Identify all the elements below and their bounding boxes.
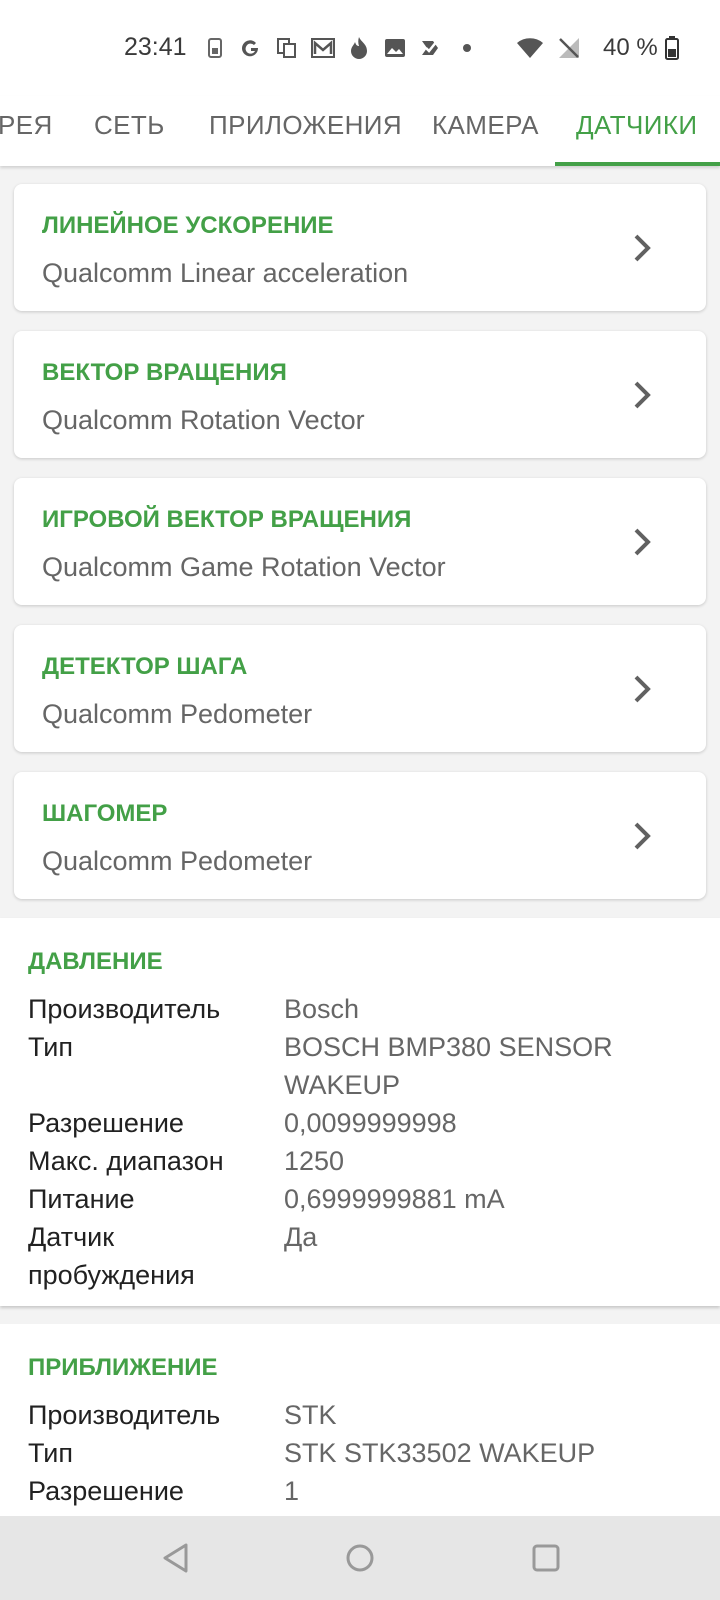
row-value: Bosch (284, 994, 360, 1024)
no-signal-icon (557, 36, 581, 60)
section-title: ПРИБЛИЖЕНИЕ (28, 1354, 218, 1381)
card-subtitle: Qualcomm Pedometer (42, 846, 313, 876)
pressure-section: ДАВЛЕНИЕ Производитель Bosch Тип BOSCH B… (0, 918, 720, 1306)
gmail-icon (311, 36, 335, 60)
sensor-card-step-counter[interactable]: ШАГОМЕР Qualcomm Pedometer (14, 772, 706, 899)
status-bar: 23:41 40 % (0, 0, 720, 96)
card-subtitle: Qualcomm Game Rotation Vector (42, 552, 446, 582)
sensor-card-rotation-vector[interactable]: ВЕКТОР ВРАЩЕНИЯ Qualcomm Rotation Vector (14, 331, 706, 458)
dot-icon (455, 36, 479, 60)
navigation-bar (0, 1516, 720, 1600)
chevron-right-icon (634, 822, 651, 850)
tab-battery[interactable]: РЕЯ (0, 110, 53, 154)
section-title: ДАВЛЕНИЕ (28, 948, 163, 975)
back-icon[interactable] (158, 1540, 194, 1576)
card-title: ШАГОМЕР (42, 800, 168, 827)
row-value: BOSCH BMP380 SENSOR WAKEUP (284, 1032, 613, 1100)
task-check-icon (419, 36, 443, 60)
battery-percent: 40 % (603, 34, 658, 61)
tab-apps[interactable]: ПРИЛОЖЕНИЯ (209, 110, 402, 154)
row-value: Да (284, 1222, 318, 1252)
row-value: 0,0099999998 (284, 1108, 457, 1138)
chevron-right-icon (634, 675, 651, 703)
wifi-icon (515, 36, 545, 60)
row-label: Тип (28, 1032, 74, 1062)
card-title: ВЕКТОР ВРАЩЕНИЯ (42, 359, 287, 386)
recents-icon[interactable] (528, 1540, 564, 1576)
row-value: 1 (284, 1476, 300, 1506)
notification-icons (203, 34, 491, 62)
chevron-right-icon (634, 528, 651, 556)
card-title: ЛИНЕЙНОЕ УСКОРЕНИЕ (42, 212, 334, 239)
chevron-right-icon (634, 381, 651, 409)
sim-card-icon (203, 36, 227, 60)
sensor-card-linear-acceleration[interactable]: ЛИНЕЙНОЕ УСКОРЕНИЕ Qualcomm Linear accel… (14, 184, 706, 311)
tab-sensors[interactable]: ДАТЧИКИ (576, 110, 697, 154)
row-value: STK STK33502 WAKEUP (284, 1438, 596, 1468)
status-time: 23:41 (124, 33, 187, 61)
battery-icon (664, 36, 680, 60)
tab-bar: РЕЯ СЕТЬ ПРИЛОЖЕНИЯ КАМЕРА ДАТЧИКИ (0, 96, 720, 166)
row-label: Разрешение (28, 1108, 184, 1138)
flame-icon (347, 36, 371, 60)
home-icon[interactable] (342, 1540, 378, 1576)
row-value: 1250 (284, 1146, 345, 1176)
sensor-card-game-rotation-vector[interactable]: ИГРОВОЙ ВЕКТОР ВРАЩЕНИЯ Qualcomm Game Ro… (14, 478, 706, 605)
card-subtitle: Qualcomm Rotation Vector (42, 405, 365, 435)
card-title: ИГРОВОЙ ВЕКТОР ВРАЩЕНИЯ (42, 506, 412, 533)
google-icon (239, 36, 263, 60)
row-label: Макс. диапазон (28, 1146, 224, 1176)
card-title: ДЕТЕКТОР ШАГА (42, 653, 248, 680)
tab-camera[interactable]: КАМЕРА (432, 110, 539, 154)
proximity-section: ПРИБЛИЖЕНИЕ Производитель STK Тип STK ST… (0, 1324, 720, 1516)
row-value: 0,6999999881 mA (284, 1184, 505, 1214)
row-value: STK (284, 1400, 337, 1430)
tab-network[interactable]: СЕТЬ (94, 110, 165, 154)
card-subtitle: Qualcomm Linear acceleration (42, 258, 409, 288)
system-status-icons: 40 % (515, 34, 692, 62)
image-icon (383, 36, 407, 60)
row-label: Питание (28, 1184, 135, 1214)
chevron-right-icon (634, 234, 651, 262)
copy-icon (275, 36, 299, 60)
row-label: Датчик пробуждения (28, 1222, 195, 1290)
card-subtitle: Qualcomm Pedometer (42, 699, 313, 729)
row-label: Разрешение (28, 1476, 184, 1506)
row-label: Производитель (28, 994, 221, 1024)
active-tab-indicator (555, 162, 720, 166)
sensor-card-step-detector[interactable]: ДЕТЕКТОР ШАГА Qualcomm Pedometer (14, 625, 706, 752)
row-label: Тип (28, 1438, 74, 1468)
row-label: Производитель (28, 1400, 221, 1430)
